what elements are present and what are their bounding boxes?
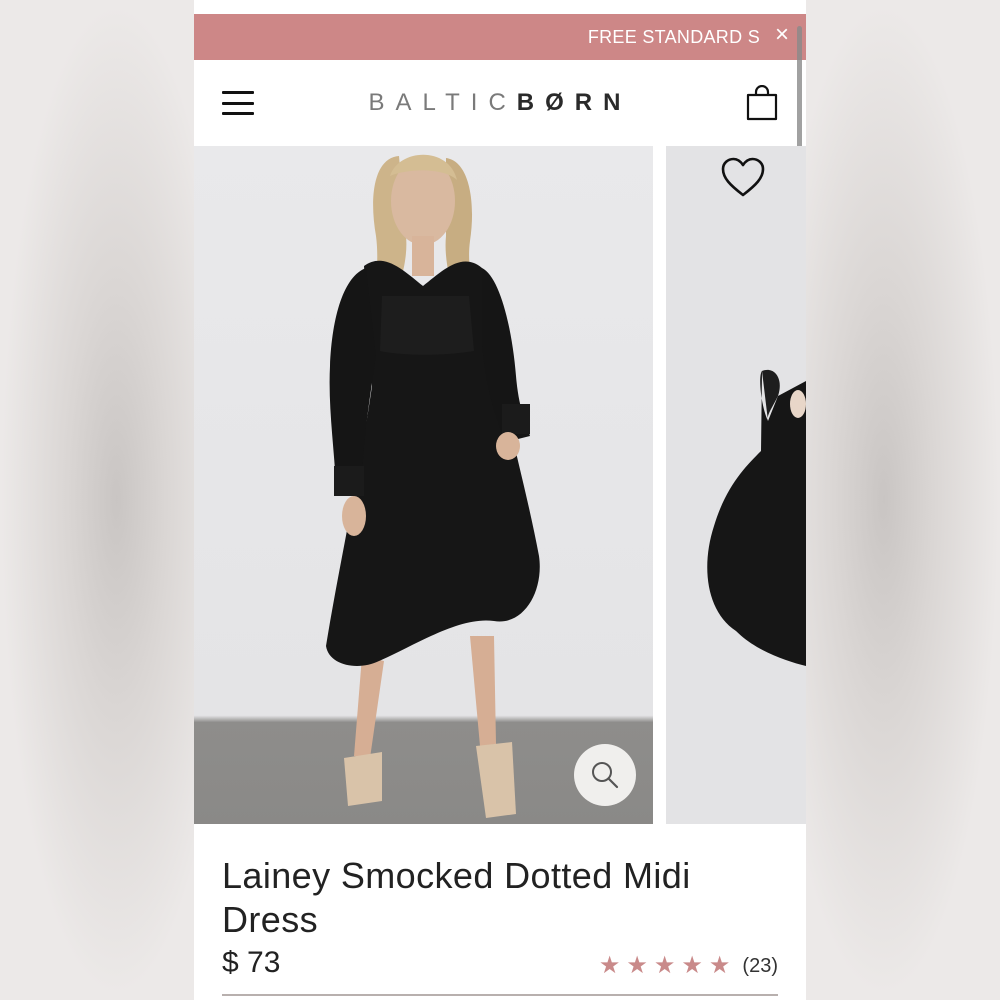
model-photo xyxy=(326,154,540,818)
price-rating-row: $ 73 ★ ★ ★ ★ ★ (23) xyxy=(222,946,778,980)
review-count[interactable]: (23) xyxy=(742,955,778,978)
star-rating: ★ ★ ★ ★ ★ xyxy=(599,954,731,978)
shopping-bag-icon[interactable] xyxy=(746,85,778,121)
close-icon[interactable]: × xyxy=(770,23,794,47)
brand-logo[interactable]: BALTICBØRN xyxy=(369,89,632,117)
mobile-page: FREE STANDARD S × BALTICBØRN Lainey Smoc… xyxy=(194,0,806,1000)
product-info: Lainey Smocked Dotted Midi Dress $ 73 ★ … xyxy=(222,854,778,980)
hamburger-menu-icon[interactable] xyxy=(222,91,254,115)
star-icon: ★ xyxy=(708,952,731,979)
product-image-next[interactable] xyxy=(666,146,806,824)
site-header: BALTICBØRN xyxy=(194,60,806,146)
star-icon: ★ xyxy=(653,952,676,979)
product-image-gallery[interactable] xyxy=(194,146,806,824)
product-title: Lainey Smocked Dotted Midi Dress xyxy=(222,855,691,940)
product-image-main[interactable] xyxy=(194,146,653,824)
star-icon: ★ xyxy=(626,952,648,979)
zoom-button[interactable] xyxy=(574,744,636,806)
logo-text-born: BØRN xyxy=(516,89,632,116)
background-blur-right xyxy=(806,0,1000,1000)
promo-text: FREE STANDARD S xyxy=(587,26,760,47)
heart-icon[interactable] xyxy=(720,156,766,198)
logo-text-baltic: BALTIC xyxy=(368,89,517,116)
background-blur-left xyxy=(0,0,194,1000)
product-price: $ 73 xyxy=(222,946,281,979)
product-rating[interactable]: ★ ★ ★ ★ ★ (23) xyxy=(599,954,778,978)
section-divider xyxy=(222,994,778,996)
magnifier-icon xyxy=(592,762,619,789)
detail-photo xyxy=(707,369,806,666)
star-icon: ★ xyxy=(681,952,703,979)
status-gap xyxy=(194,0,806,14)
star-icon: ★ xyxy=(598,952,621,979)
promo-banner: FREE STANDARD S × xyxy=(194,14,806,60)
logo-container: BALTICBØRN xyxy=(194,89,806,117)
